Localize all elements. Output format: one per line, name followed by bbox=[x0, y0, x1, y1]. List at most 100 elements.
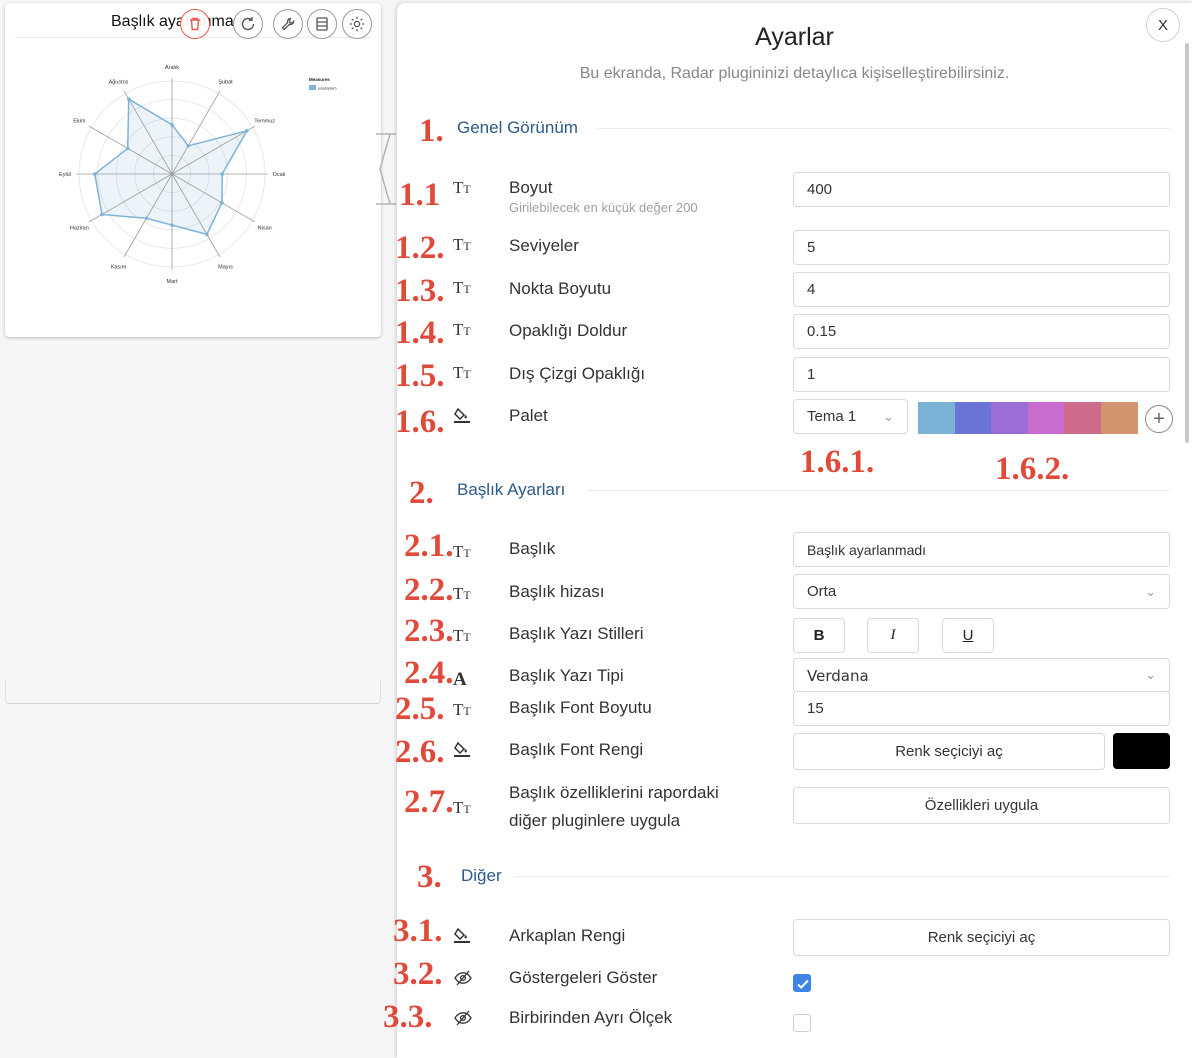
levels-input[interactable]: 5 bbox=[793, 230, 1170, 265]
annotation-1-6-2: 1.6.2. bbox=[995, 451, 1070, 487]
palette-label: Palet bbox=[509, 406, 548, 425]
chevron-down-icon: ⌄ bbox=[1145, 668, 1156, 683]
title-styles-label: Başlık Yazı Stilleri bbox=[509, 624, 644, 643]
palette-swatch-1[interactable] bbox=[918, 402, 955, 434]
annotation-2-6: 2.6. bbox=[395, 734, 445, 770]
text-type-icon: TT bbox=[453, 320, 471, 339]
scrollbar[interactable] bbox=[1185, 43, 1189, 443]
stroke-opacity-label: Dış Çizgi Opaklığı bbox=[509, 364, 646, 383]
paint-bucket-icon bbox=[454, 741, 470, 757]
refresh-button[interactable] bbox=[233, 9, 263, 39]
text-type-icon: TT bbox=[453, 235, 471, 254]
text-type-icon: TT bbox=[453, 584, 471, 603]
radar-axis-label: Eylül bbox=[59, 172, 71, 178]
radar-axis-label: Ağustos bbox=[109, 79, 129, 85]
title-font-select[interactable]: Verdana ⌄ bbox=[793, 658, 1170, 693]
title-align-select[interactable]: Orta ⌄ bbox=[793, 574, 1170, 609]
background-color-picker-button[interactable]: Renk seçiciyi aç bbox=[793, 919, 1170, 956]
panel-title: Ayarlar bbox=[755, 23, 834, 51]
apply-to-others-label-line-2: diğer pluginlere uygula bbox=[509, 811, 681, 830]
annotation-1-6-1: 1.6.1. bbox=[800, 444, 875, 480]
paint-bucket-icon bbox=[454, 927, 470, 943]
fill-opacity-input[interactable]: 0.15 bbox=[793, 314, 1170, 349]
annotation-3-3: 3.3. bbox=[383, 999, 433, 1035]
stroke-opacity-input[interactable]: 1 bbox=[793, 357, 1170, 392]
levels-label: Seviyeler bbox=[509, 236, 579, 255]
annotation-1-3: 1.3. bbox=[395, 273, 445, 309]
palette-swatch-2[interactable] bbox=[955, 402, 992, 434]
radar-axis-label: Aralık bbox=[165, 65, 179, 71]
title-input[interactable]: Başlık ayarlanmadı bbox=[793, 532, 1170, 567]
settings-button[interactable] bbox=[342, 9, 372, 39]
chevron-down-icon: ⌄ bbox=[1145, 583, 1156, 599]
radar-data-point bbox=[170, 223, 174, 227]
radar-axis-label: Kasım bbox=[111, 265, 127, 271]
title-font-size-label: Başlık Font Boyutu bbox=[509, 698, 652, 717]
radar-axis-label: Ekim bbox=[73, 119, 86, 125]
wrench-icon bbox=[281, 17, 295, 31]
panel-subtitle: Bu ekranda, Radar plugininizi detaylıca … bbox=[579, 65, 1010, 82]
separate-scale-label: Birbirinden Ayrı Ölçek bbox=[509, 1008, 673, 1027]
radar-data-point bbox=[220, 172, 225, 176]
check-icon bbox=[797, 979, 809, 989]
palette-swatch-3[interactable] bbox=[991, 402, 1028, 434]
title-font-color-swatch[interactable] bbox=[1113, 733, 1170, 769]
radar-axis-label: Nisan bbox=[258, 226, 272, 232]
dot-size-input[interactable]: 4 bbox=[793, 272, 1170, 307]
open-color-picker-button[interactable]: Renk seçiciyi aç bbox=[793, 733, 1105, 770]
show-legend-checkbox[interactable] bbox=[793, 974, 811, 992]
underline-button[interactable]: U bbox=[942, 618, 994, 653]
title-label: Başlık bbox=[509, 539, 556, 558]
section-divider bbox=[597, 128, 1170, 129]
separate-scale-checkbox[interactable] bbox=[793, 1014, 811, 1032]
annotation-1-6: 1.6. bbox=[395, 404, 445, 440]
add-color-button[interactable]: + bbox=[1145, 405, 1173, 433]
gear-icon bbox=[349, 16, 365, 32]
text-type-icon: TT bbox=[453, 178, 471, 197]
chart-legend-title: Measures bbox=[309, 77, 330, 82]
radar-data-point bbox=[220, 201, 224, 205]
bold-button[interactable]: B bbox=[793, 618, 845, 653]
radar-data-point bbox=[93, 172, 97, 176]
data-view-button[interactable] bbox=[307, 9, 337, 39]
radar-data-point bbox=[100, 212, 104, 217]
paint-bucket-icon bbox=[454, 407, 470, 423]
radar-data-point bbox=[186, 144, 191, 148]
text-type-icon: TT bbox=[453, 542, 471, 561]
radar-axis-label: Temmuz bbox=[254, 119, 275, 125]
annotation-2-1: 2.1. bbox=[404, 528, 454, 564]
fill-opacity-label: Opaklığı Doldur bbox=[509, 321, 628, 340]
annotation-1: 1. bbox=[419, 113, 444, 149]
radar-series-area bbox=[93, 97, 249, 236]
radar-data-point bbox=[205, 232, 209, 237]
trash-icon bbox=[190, 17, 200, 31]
annotation-3-1: 3.1. bbox=[393, 913, 443, 949]
widget-title: Başlık ayarlanmadı bbox=[111, 13, 248, 30]
chart-legend-swatch bbox=[309, 85, 316, 90]
radar-data-point bbox=[125, 146, 130, 151]
font-icon: A bbox=[453, 669, 467, 690]
title-font-size-input[interactable]: 15 bbox=[793, 691, 1170, 726]
edit-button[interactable] bbox=[273, 9, 303, 39]
section-divider bbox=[587, 490, 1170, 491]
apply-properties-button[interactable]: Özellikleri uygula bbox=[793, 787, 1170, 824]
annotation-2-5: 2.5. bbox=[395, 691, 445, 727]
radar-widget-card: Başlık ayarlanmadı Aralık Şubat Temmuz Ocak… bbox=[5, 3, 381, 337]
annotation-2: 2. bbox=[409, 475, 434, 511]
annotation-1-2: 1.2. bbox=[395, 230, 445, 266]
palette-swatch-5[interactable] bbox=[1064, 402, 1101, 434]
annotation-2-7: 2.7. bbox=[404, 784, 454, 820]
palette-theme-select[interactable]: Tema 1 ⌄ bbox=[793, 399, 908, 434]
radar-axis-label: Ocak bbox=[273, 172, 286, 178]
radar-data-point bbox=[126, 97, 131, 101]
delete-button[interactable] bbox=[180, 9, 210, 39]
palette-swatch-6[interactable] bbox=[1101, 402, 1138, 434]
size-label: Boyut bbox=[509, 178, 553, 197]
palette-swatch-4[interactable] bbox=[1028, 402, 1065, 434]
widget-card-lower-edge bbox=[5, 680, 381, 704]
text-type-icon: TT bbox=[453, 363, 471, 382]
annotation-2-2: 2.2. bbox=[404, 572, 454, 608]
annotation-1-1: 1.1 bbox=[399, 177, 441, 213]
italic-button[interactable]: I bbox=[867, 618, 919, 653]
size-input[interactable]: 400 bbox=[793, 172, 1170, 207]
